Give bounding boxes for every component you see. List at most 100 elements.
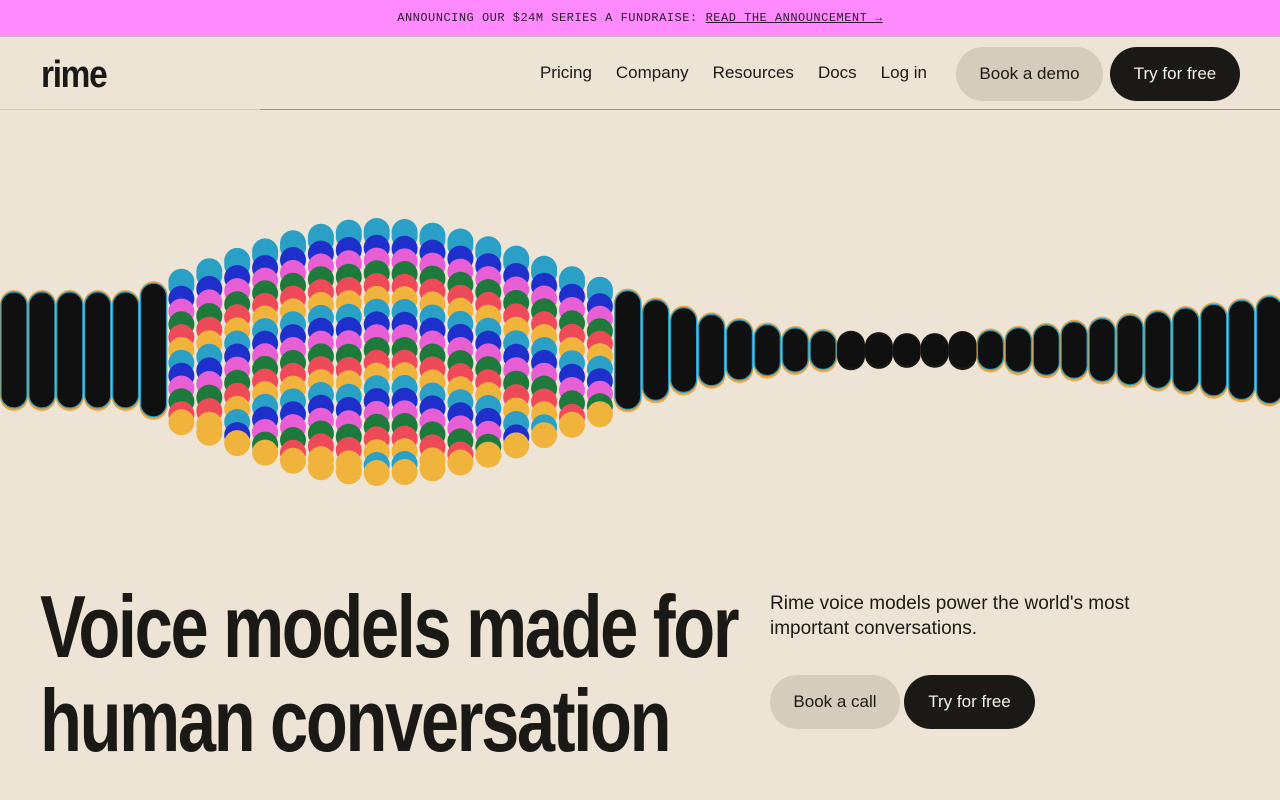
wave-dot <box>559 411 585 438</box>
wave-column <box>1032 322 1061 379</box>
nav-link-login[interactable]: Log in <box>881 63 927 83</box>
wave-column <box>1255 294 1280 407</box>
wave-pill <box>111 291 140 409</box>
wave-column <box>531 255 558 449</box>
hero-title: Voice models made for human conversation <box>40 580 740 770</box>
book-demo-button[interactable]: Book a demo <box>956 47 1103 101</box>
wave-pill <box>893 334 921 366</box>
wave-column <box>837 330 865 371</box>
wave-column <box>559 266 585 438</box>
announcement-banner: ANNOUNCING OUR $24M SERIES A FUNDRAISE: … <box>0 0 1280 37</box>
wave-pill <box>837 332 865 368</box>
wave-pill <box>614 289 642 410</box>
wave-dot <box>307 454 334 481</box>
wave-column <box>224 247 251 457</box>
wave-dot <box>531 422 558 449</box>
wave-pill <box>976 329 1005 371</box>
wave-column <box>697 312 726 389</box>
wave-dot <box>280 447 306 474</box>
wave-column <box>280 230 306 474</box>
wave-column <box>920 333 949 368</box>
wave-pill <box>56 291 84 409</box>
wave-pill <box>1255 295 1280 405</box>
wave-column <box>1199 302 1228 399</box>
nav-links: Pricing Company Resources Docs Log in <box>540 63 927 83</box>
wave-column <box>111 290 140 411</box>
wave-pill <box>1060 321 1088 379</box>
wave-dot <box>391 459 418 485</box>
wave-pill <box>139 282 168 418</box>
wave-pill <box>1144 310 1172 390</box>
wave-column <box>1227 298 1256 403</box>
wave-column <box>1004 325 1033 376</box>
wave-column <box>1171 306 1200 395</box>
wave-column <box>447 228 474 476</box>
wave-column <box>55 290 84 411</box>
wave-dot <box>252 439 279 466</box>
wave-column <box>669 305 698 396</box>
wave-column <box>753 322 782 379</box>
wave-column <box>809 328 838 373</box>
nav-link-docs[interactable]: Docs <box>818 63 857 83</box>
banner-announcement-link[interactable]: READ THE ANNOUNCEMENT → <box>706 11 883 25</box>
wave-dot <box>168 409 195 436</box>
wave-column <box>252 238 279 466</box>
wave-column <box>725 318 754 383</box>
wave-pill <box>1088 317 1116 383</box>
wave-column <box>363 218 390 486</box>
wave-column <box>641 297 670 404</box>
nav-divider <box>260 109 1280 110</box>
wave-dot <box>419 455 446 482</box>
wave-pill <box>28 291 56 409</box>
wave-pill <box>809 330 837 370</box>
wave-column <box>1088 316 1117 385</box>
wave-column <box>83 290 112 411</box>
try-free-nav-button[interactable]: Try for free <box>1110 47 1240 101</box>
wave-column <box>307 223 334 481</box>
wave-pill <box>781 327 809 373</box>
wave-column <box>864 332 893 369</box>
wave-dot <box>586 401 613 428</box>
wave-column <box>419 222 446 482</box>
wave-column <box>168 268 195 436</box>
wave-dot <box>363 460 390 486</box>
wave-column <box>613 288 642 413</box>
wave-dot <box>447 449 474 476</box>
wave-pill <box>753 323 781 377</box>
wave-pill <box>697 313 726 387</box>
wave-column <box>0 290 28 411</box>
wave-pill <box>1172 307 1200 393</box>
wave-column <box>948 331 977 371</box>
wave-column <box>781 326 810 375</box>
wave-column <box>1060 319 1089 382</box>
wave-column <box>391 219 418 485</box>
nav-link-company[interactable]: Company <box>616 63 689 83</box>
wave-pill <box>1116 314 1144 386</box>
wave-column <box>976 328 1005 373</box>
wave-column <box>139 281 168 420</box>
wave-pill <box>1032 324 1060 376</box>
wave-pill <box>1200 303 1228 397</box>
wave-dot <box>335 458 362 485</box>
try-free-hero-button[interactable]: Try for free <box>904 675 1035 729</box>
book-call-button[interactable]: Book a call <box>770 675 900 729</box>
rime-logo[interactable]: rime <box>41 54 108 97</box>
wave-column <box>586 276 613 428</box>
wave-column <box>1116 313 1144 388</box>
wave-pill <box>1004 327 1033 373</box>
voice-waveform-graphic <box>0 218 1280 486</box>
wave-pill <box>0 291 28 409</box>
nav-link-pricing[interactable]: Pricing <box>540 63 592 83</box>
wave-pill <box>669 306 698 394</box>
wave-column <box>892 333 921 368</box>
wave-pill <box>84 291 112 409</box>
wave-dot <box>475 441 502 468</box>
wave-column <box>503 245 530 459</box>
wave-pill <box>642 298 670 401</box>
nav-divider-left <box>0 109 260 110</box>
nav-link-resources[interactable]: Resources <box>713 63 794 83</box>
hero-title-line-2: human conversation <box>40 671 672 770</box>
wave-pill <box>948 332 977 368</box>
wave-dot <box>503 432 530 459</box>
wave-pill <box>921 334 949 366</box>
